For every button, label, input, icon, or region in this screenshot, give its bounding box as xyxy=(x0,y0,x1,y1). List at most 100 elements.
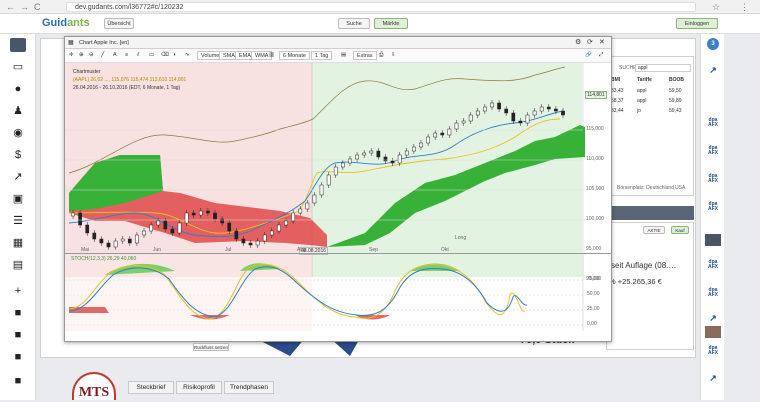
candle-type-icon[interactable]: ▥ xyxy=(269,51,274,60)
channel-icon[interactable]: ⫽ xyxy=(137,51,139,60)
candle-body xyxy=(92,232,97,240)
avatar[interactable] xyxy=(705,326,721,338)
dpa-afx-news-icon[interactable]: dpa AFX xyxy=(705,118,721,128)
time-tick-label: Jul xyxy=(225,247,232,253)
trend-icon[interactable]: ↗ xyxy=(705,66,721,75)
dollar-icon[interactable]: $ xyxy=(10,148,26,162)
text-tool-icon[interactable]: A xyxy=(113,51,117,60)
candle-body xyxy=(241,238,246,244)
zoom-out-icon[interactable]: ⊖ xyxy=(89,51,94,60)
tab-trend-phases[interactable]: Trendphasen xyxy=(224,381,274,394)
candle-body xyxy=(454,122,459,130)
back-icon[interactable]: ← xyxy=(6,0,15,14)
candle-body xyxy=(177,222,182,234)
buy-button[interactable]: Kauf xyxy=(671,226,689,234)
markets-button[interactable]: Märkte xyxy=(374,18,408,29)
trend-icon[interactable]: ↗ xyxy=(705,374,721,383)
add-icon[interactable]: + xyxy=(10,284,26,298)
rectangle-icon[interactable]: ▭ xyxy=(149,51,154,60)
bookmark-star-icon[interactable]: ☆ xyxy=(712,0,720,14)
dpa-afx-news-icon[interactable]: dpa AFX xyxy=(705,260,721,270)
candle-body xyxy=(390,160,395,164)
fullscreen-icon[interactable]: ⤢ xyxy=(599,51,603,60)
document-icon[interactable]: ▤ xyxy=(10,258,26,272)
magnet-icon[interactable]: ◗ xyxy=(173,51,176,60)
dpa-afx-news-icon[interactable]: dpa AFX xyxy=(705,146,721,156)
watchlist-panel: SUCHE appl BMI Tariffe BOOB 33,43 appl 5… xyxy=(606,56,694,196)
print-icon[interactable]: ⎙ xyxy=(379,51,383,60)
login-button[interactable]: Einloggen xyxy=(676,18,718,29)
notification-badge[interactable]: 3 xyxy=(707,38,719,50)
crosshair-icon[interactable]: ✛ xyxy=(69,51,74,60)
table-row[interactable]: 33,43 appl 59,50 xyxy=(609,88,693,96)
stock-type-button[interactable]: AKTIE xyxy=(643,226,665,234)
user-icon[interactable]: ● xyxy=(10,82,26,96)
trend-icon[interactable]: ↗ xyxy=(10,170,26,184)
dpa-afx-news-icon[interactable]: dpa AFX xyxy=(705,174,721,184)
browser-toolbar: ← → C dev.gudants.com/l36772#c/120232 ☆ … xyxy=(0,0,760,14)
folder-icon[interactable]: ■ xyxy=(10,328,26,342)
reset-button[interactable]: Rückfluss setzen xyxy=(193,343,229,351)
fibonacci-icon[interactable]: ≡ xyxy=(125,51,128,60)
eraser-icon[interactable]: ⌫ xyxy=(161,51,169,60)
app-header: Guidants Übersicht Suche Märkte Einlogge… xyxy=(0,14,760,34)
time-tick-label: Aug xyxy=(297,247,306,253)
candle-body xyxy=(298,208,303,214)
watchlist-search-input[interactable]: appl xyxy=(635,64,691,72)
logo[interactable]: Guidants xyxy=(42,17,90,29)
candle-body xyxy=(546,106,551,110)
eye-icon[interactable]: ◉ xyxy=(10,126,26,140)
browser-menu-icon[interactable]: ⋮ xyxy=(740,0,749,14)
link-icon[interactable]: 🔗 xyxy=(585,51,592,60)
folder-icon[interactable]: ■ xyxy=(10,374,26,388)
table-row[interactable]: 33,44 jo 59,43 xyxy=(609,108,693,116)
search-label: SUCHE xyxy=(619,65,637,71)
settings-icon[interactable]: ⚙ xyxy=(575,38,581,46)
candle-body xyxy=(184,212,189,224)
monitor-icon[interactable]: ▭ xyxy=(10,60,26,74)
folder-icon[interactable]: ■ xyxy=(10,306,26,320)
price-chart[interactable] xyxy=(65,63,611,277)
wallet-icon[interactable]: ▣ xyxy=(10,192,26,206)
reload-icon[interactable]: C xyxy=(34,0,41,14)
table-row[interactable]: 58,37 appl 59,89 xyxy=(609,98,693,106)
address-bar[interactable]: dev.gudants.com/l36772#c/120232 xyxy=(66,2,696,12)
folder-icon[interactable]: ■ xyxy=(10,350,26,364)
series-legend: (AAPL) 26,02 ..., 115,076 115,474 113,61… xyxy=(73,77,187,83)
stochastic-tick-label: 0,00 xyxy=(587,321,597,327)
dpa-afx-news-icon[interactable]: dpa AFX xyxy=(705,288,721,298)
tab-profile[interactable]: Steckbrief xyxy=(128,381,174,394)
interval-select[interactable]: 1 Tag xyxy=(311,51,333,60)
close-icon[interactable]: ✕ xyxy=(599,38,605,46)
export-icon[interactable]: ⇩ xyxy=(391,51,396,60)
candle-body xyxy=(497,102,501,110)
candle-body xyxy=(248,242,253,246)
list-icon[interactable]: ☰ xyxy=(10,214,26,228)
forward-icon[interactable]: → xyxy=(20,0,29,14)
search-button[interactable]: Suche xyxy=(338,18,370,29)
calendar-icon[interactable]: ▦ xyxy=(10,236,26,250)
candle-body xyxy=(220,218,224,224)
dpa-afx-news-icon[interactable]: dpa AFX xyxy=(705,202,721,212)
chart-style-icon[interactable]: ▤ xyxy=(341,51,346,60)
bell-icon[interactable]: ♟ xyxy=(10,104,26,118)
panel-divider[interactable] xyxy=(65,253,611,254)
chart-window[interactable]: Chart Apple Inc. [en] ▦ ⚙ ⟳ ✕ ✛ ⊕ ⊖ ╱ A … xyxy=(64,36,612,351)
avatar[interactable] xyxy=(10,38,26,52)
extras-select[interactable]: Extras xyxy=(353,51,377,60)
price-tick-label: 105,000 xyxy=(586,186,605,192)
draw-line-icon[interactable]: ╱ xyxy=(101,51,104,60)
refresh-icon[interactable]: ⟳ xyxy=(587,38,593,46)
tab-risk-profile[interactable]: Risikoprofil xyxy=(176,381,222,394)
stochastic-tick-label: 75,00 xyxy=(587,276,600,282)
overview-button[interactable]: Übersicht xyxy=(104,18,134,29)
indicator-icon[interactable]: ∿ xyxy=(185,51,190,60)
trend-icon[interactable]: ↗ xyxy=(705,314,721,323)
dpa-afx-news-icon[interactable]: dpa AFX xyxy=(705,346,721,356)
chart-pattern-legend[interactable]: Chartmuster xyxy=(73,69,101,76)
candle-body xyxy=(475,110,480,116)
stochastic-panel[interactable] xyxy=(65,255,611,331)
avatar[interactable] xyxy=(705,234,721,246)
zoom-in-icon[interactable]: ⊕ xyxy=(79,51,84,60)
period-select[interactable]: 6 Monate xyxy=(279,51,310,60)
